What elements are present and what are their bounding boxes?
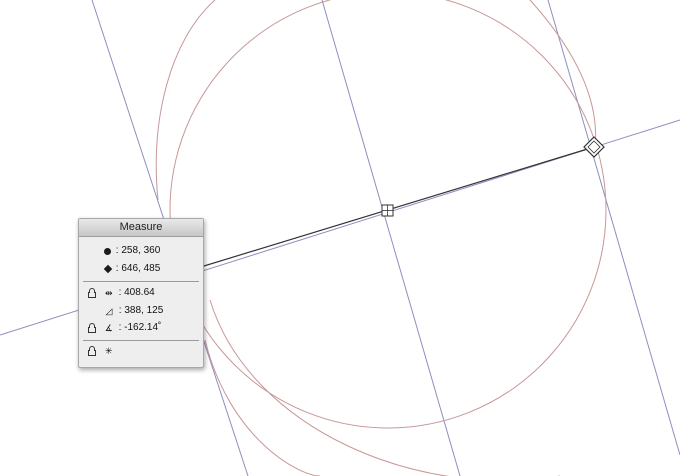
- lock-icon[interactable]: [86, 322, 97, 334]
- snap-row: ✳: [86, 345, 116, 359]
- divider: [83, 281, 199, 282]
- delta-triangle-icon: ◿: [105, 305, 113, 316]
- start-point-row: : 258, 360: [102, 244, 160, 258]
- start-point-value: : 258, 360: [115, 245, 161, 256]
- guide-line: [321, 0, 461, 476]
- distance-icon: ⇹: [105, 287, 113, 298]
- panel-title[interactable]: Measure: [79, 219, 203, 237]
- snap-center-icon[interactable]: ✳: [102, 346, 116, 357]
- construction-arc: [204, 339, 321, 476]
- distance-row: ⇹ : 408.64: [86, 286, 155, 300]
- angle-row: ∡ : -162.14˚: [86, 321, 161, 335]
- filled-diamond-icon: [102, 264, 113, 275]
- measure-line[interactable]: [157, 146, 595, 281]
- angle-icon: ∡: [104, 322, 113, 333]
- delta-value: : 388, 125: [118, 305, 164, 316]
- construction-arc: [155, 0, 216, 201]
- lock-icon[interactable]: [86, 345, 97, 357]
- delta-row: ◿ : 388, 125: [102, 304, 164, 318]
- lock-icon[interactable]: [86, 287, 97, 299]
- end-diamond-handle[interactable]: [583, 136, 605, 158]
- measure-panel[interactable]: Measure : 258, 360 : 646, 485 ⇹ : 408.64…: [78, 218, 204, 368]
- angle-value: : -162.14˚: [118, 322, 162, 333]
- distance-value: : 408.64: [118, 287, 155, 298]
- end-point-row: : 646, 485: [102, 262, 160, 276]
- guide-line: [547, 0, 680, 456]
- end-point-value: : 646, 485: [115, 263, 161, 274]
- filled-circle-icon: [102, 246, 113, 257]
- divider: [83, 340, 199, 341]
